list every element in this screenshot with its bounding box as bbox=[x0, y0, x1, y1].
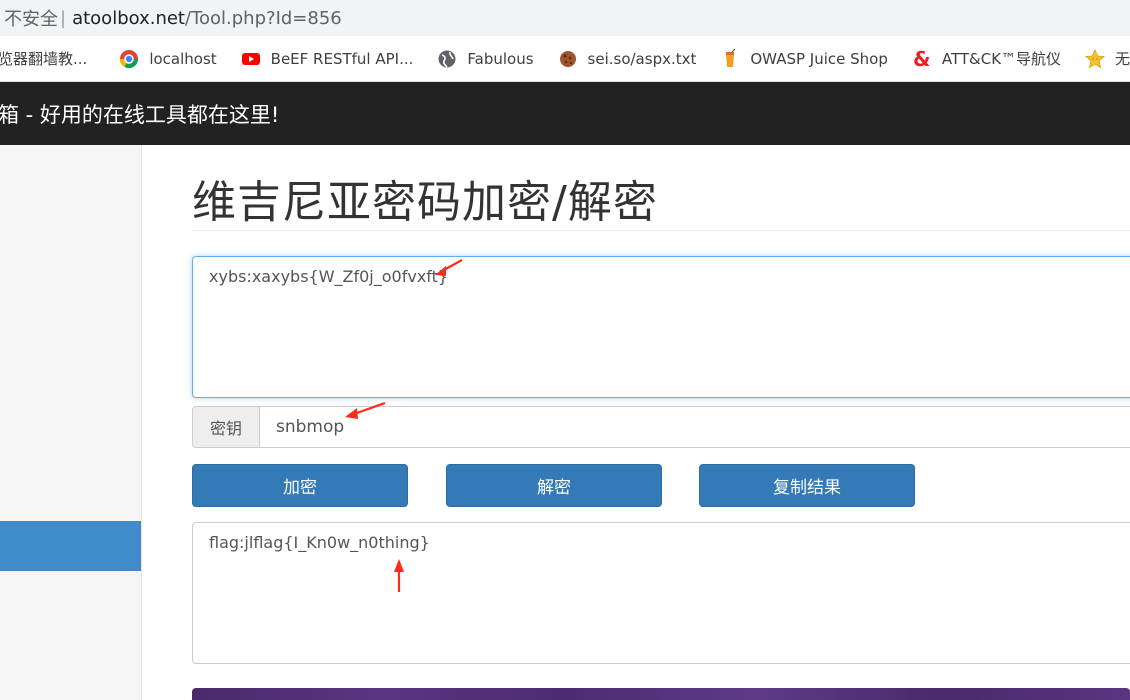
bookmark-label: sei.so/aspx.txt bbox=[587, 49, 697, 68]
address-separator: | bbox=[60, 7, 67, 29]
page-title: 维吉尼亚密码加密/解密 bbox=[192, 177, 658, 228]
url-domain[interactable]: atoolbox.net bbox=[72, 8, 185, 29]
key-value: snbmop bbox=[276, 417, 345, 437]
bookmark-item[interactable]: OWASP Juice Shop bbox=[720, 48, 888, 69]
bookmark-item[interactable]: & ATT&CK™导航仪 bbox=[912, 47, 1062, 71]
copy-result-button[interactable]: 复制结果 bbox=[699, 464, 915, 507]
key-label: 密钥 bbox=[192, 406, 260, 448]
bookmark-item[interactable]: 无法加载 bbox=[1085, 48, 1130, 69]
bookmark-label: ATT&CK™导航仪 bbox=[941, 50, 1062, 68]
key-input-group: 密钥 snbmop bbox=[192, 406, 1130, 448]
star-icon bbox=[1085, 48, 1106, 69]
youtube-icon bbox=[241, 49, 261, 69]
result-output[interactable]: flag:jlflag{I_Kn0w_n0thing} bbox=[192, 522, 1130, 664]
bookmark-item[interactable]: localhost bbox=[119, 49, 217, 69]
key-input[interactable]: snbmop bbox=[260, 406, 1130, 448]
decrypt-button[interactable]: 解密 bbox=[446, 464, 662, 507]
globe-icon bbox=[437, 49, 457, 69]
chrome-icon bbox=[119, 49, 139, 69]
annotation-arrow-icon bbox=[435, 259, 463, 276]
encrypt-button[interactable]: 加密 bbox=[192, 464, 408, 507]
site-title[interactable]: 箱 - 好用的在线工具都在这里! bbox=[0, 99, 279, 129]
title-divider bbox=[192, 230, 1130, 231]
bottom-banner bbox=[192, 688, 1130, 700]
ampersand-icon: & bbox=[912, 47, 932, 71]
insecure-label[interactable]: 不安全 bbox=[0, 5, 58, 31]
annotation-arrow-icon bbox=[394, 559, 404, 592]
annotation-arrow-icon bbox=[345, 401, 386, 419]
site-header: 箱 - 好用的在线工具都在这里! bbox=[0, 82, 1130, 145]
svg-text:&: & bbox=[913, 49, 930, 69]
sidebar-active-item[interactable] bbox=[0, 521, 141, 571]
bookmark-label: 览器翻墙教... bbox=[0, 50, 88, 68]
bookmarks-bar: 览器翻墙教... localhost BeEF RESTful API... F… bbox=[0, 36, 1130, 82]
input-text: xybs:xaxybs{W_Zf0j_o0fvxft} bbox=[209, 267, 449, 286]
bookmark-label: BeEF RESTful API... bbox=[270, 49, 414, 68]
bookmark-item[interactable]: BeEF RESTful API... bbox=[241, 49, 414, 69]
output-text: flag:jlflag{I_Kn0w_n0thing} bbox=[209, 533, 430, 552]
sidebar bbox=[0, 145, 142, 700]
url-path[interactable]: /Tool.php?Id=856 bbox=[185, 8, 342, 29]
cookie-icon bbox=[558, 49, 578, 69]
address-bar[interactable]: 不安全 | atoolbox.net/Tool.php?Id=856 bbox=[0, 0, 1130, 36]
bookmark-label: OWASP Juice Shop bbox=[750, 49, 888, 68]
bookmark-label: 无法加载 bbox=[1115, 50, 1130, 68]
bookmark-item[interactable]: Fabulous bbox=[437, 49, 534, 69]
bookmark-label: Fabulous bbox=[467, 49, 534, 68]
juice-icon bbox=[720, 48, 740, 69]
bookmark-label: localhost bbox=[149, 49, 217, 68]
bookmark-item[interactable]: 览器翻墙教... bbox=[0, 48, 87, 69]
bookmark-item[interactable]: sei.so/aspx.txt bbox=[558, 49, 697, 69]
ciphertext-input[interactable]: xybs:xaxybs{W_Zf0j_o0fvxft} bbox=[192, 256, 1130, 398]
